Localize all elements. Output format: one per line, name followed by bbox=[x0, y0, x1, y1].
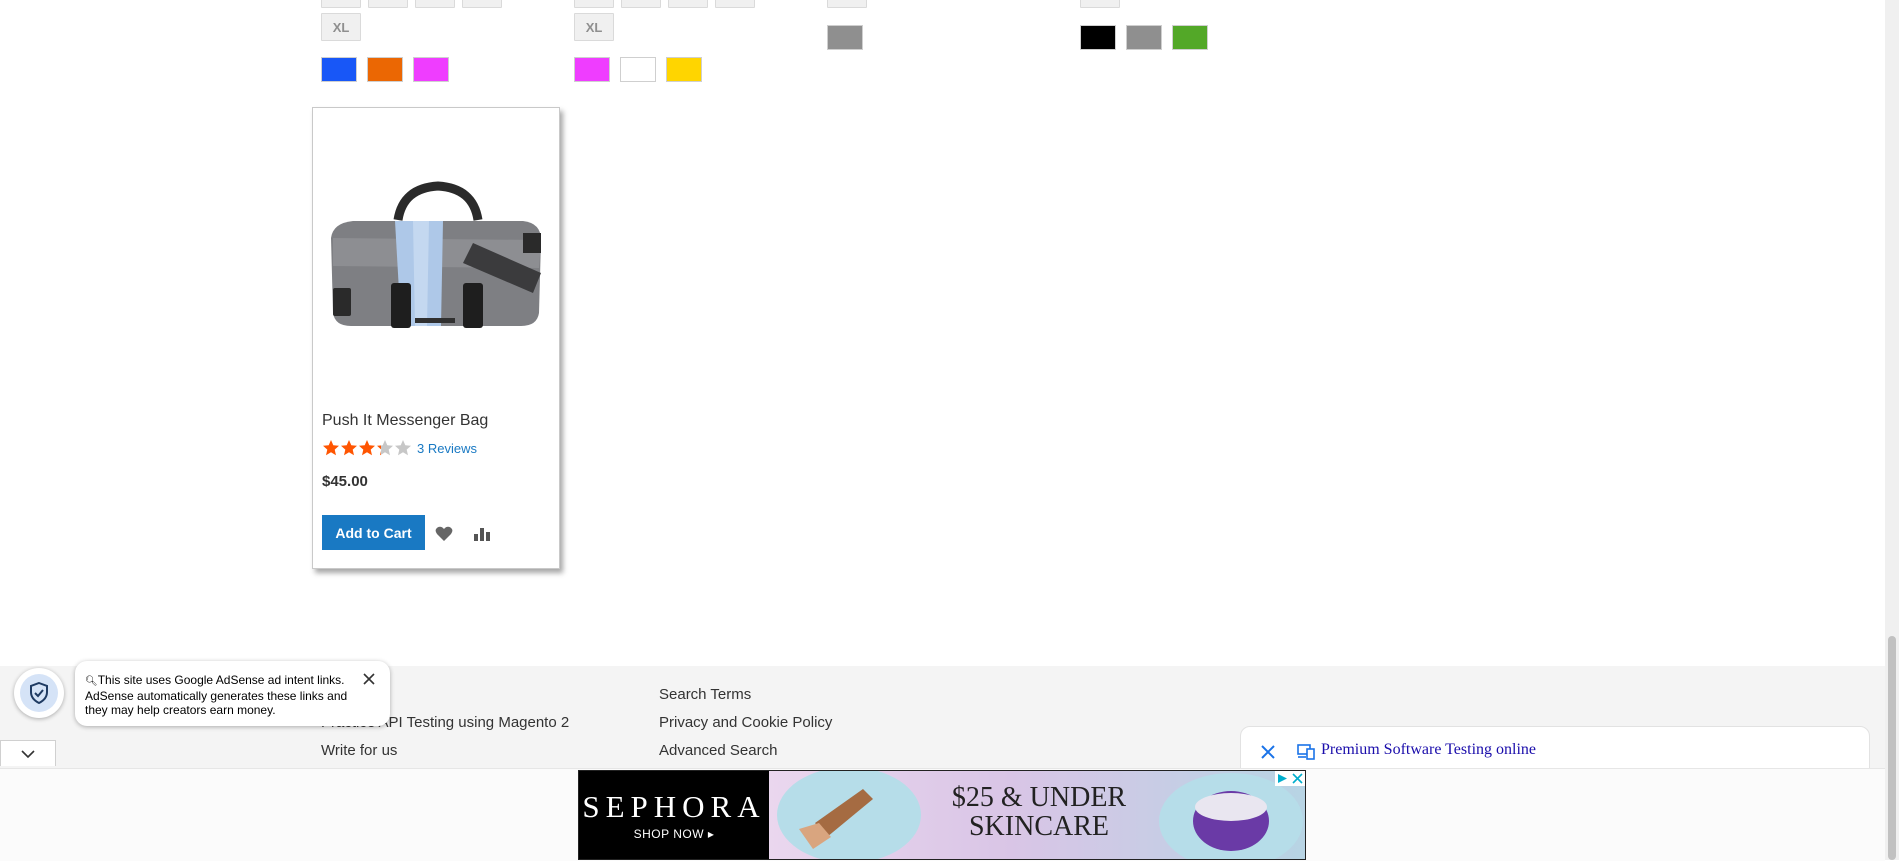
close-icon[interactable] bbox=[363, 673, 375, 685]
ad-brand-panel[interactable]: SEPHORA SHOP NOW ▸ bbox=[579, 771, 769, 859]
footer-link-privacy-policy[interactable]: Privacy and Cookie Policy bbox=[659, 714, 832, 731]
star-icon bbox=[323, 440, 339, 456]
size-swatch[interactable] bbox=[668, 0, 708, 8]
size-swatch[interactable] bbox=[368, 0, 408, 8]
star-icon bbox=[377, 440, 393, 456]
color-swatch-black[interactable] bbox=[1080, 25, 1116, 50]
add-to-cart-button[interactable]: Add to Cart bbox=[322, 515, 425, 550]
ad-brand-name: SEPHORA bbox=[582, 789, 766, 824]
color-swatch-purple[interactable] bbox=[574, 57, 610, 82]
banner-ad[interactable]: SEPHORA SHOP NOW ▸ $25 & UNDER SKINCARE bbox=[578, 770, 1306, 860]
size-swatch[interactable] bbox=[715, 0, 755, 8]
footer-link-write-for-us[interactable]: Write for us bbox=[321, 742, 397, 759]
size-swatch[interactable] bbox=[574, 0, 614, 8]
size-swatch[interactable] bbox=[1080, 0, 1120, 8]
ad-headline: $25 & UNDER SKINCARE bbox=[951, 782, 1127, 842]
product-name[interactable]: Push It Messenger Bag bbox=[322, 412, 488, 430]
compare-chart-icon[interactable] bbox=[473, 526, 491, 542]
color-swatch-blue[interactable] bbox=[321, 57, 357, 82]
color-swatch-gray[interactable] bbox=[827, 25, 863, 50]
size-swatch-xl[interactable]: XL bbox=[321, 13, 361, 41]
footer-link-search-terms[interactable]: Search Terms bbox=[659, 686, 751, 703]
ad-strip-link[interactable]: Premium Software Testing online bbox=[1321, 741, 1536, 759]
shield-check-icon bbox=[30, 682, 48, 704]
color-swatch-yellow[interactable] bbox=[666, 57, 702, 82]
color-swatch-orange[interactable] bbox=[367, 57, 403, 82]
reviews-link[interactable]: 3 Reviews bbox=[417, 441, 477, 456]
ad-shop-now[interactable]: SHOP NOW ▸ bbox=[579, 827, 769, 841]
color-swatch-purple[interactable] bbox=[413, 57, 449, 82]
footer-link-advanced-search[interactable]: Advanced Search bbox=[659, 742, 777, 759]
devices-icon bbox=[1297, 744, 1315, 760]
close-icon[interactable] bbox=[1290, 771, 1305, 786]
collapse-tab[interactable] bbox=[0, 740, 56, 766]
color-swatch-gray[interactable] bbox=[1126, 25, 1162, 50]
search-icon: 🔍︎ bbox=[85, 676, 98, 687]
wishlist-heart-icon[interactable] bbox=[435, 526, 453, 542]
star-icon bbox=[359, 440, 375, 456]
product-card: Push It Messenger Bag 3 Reviews $45.00 A… bbox=[312, 107, 560, 569]
adchoices-icon[interactable] bbox=[1275, 771, 1290, 786]
size-swatch[interactable] bbox=[827, 0, 867, 8]
size-swatch[interactable] bbox=[621, 0, 661, 8]
product-price: $45.00 bbox=[322, 473, 368, 490]
star-icon bbox=[395, 440, 411, 456]
product-image[interactable] bbox=[323, 178, 548, 338]
size-swatch[interactable] bbox=[462, 0, 502, 8]
size-swatch-xl[interactable]: XL bbox=[574, 13, 614, 41]
ad-promo-panel[interactable]: $25 & UNDER SKINCARE bbox=[769, 771, 1305, 859]
scrollbar-thumb[interactable] bbox=[1888, 636, 1896, 860]
adsense-notice-text: 🔍︎This site uses Google AdSense ad inten… bbox=[85, 673, 348, 717]
close-icon[interactable] bbox=[1261, 745, 1275, 759]
color-swatch-green[interactable] bbox=[1172, 25, 1208, 50]
adsense-notice: 🔍︎This site uses Google AdSense ad inten… bbox=[75, 661, 390, 726]
chevron-down-icon bbox=[21, 749, 35, 758]
size-swatch[interactable] bbox=[415, 0, 455, 8]
color-swatch-white[interactable] bbox=[620, 57, 656, 82]
star-icon bbox=[341, 440, 357, 456]
ad-intent-badge[interactable] bbox=[14, 668, 64, 718]
rating-stars bbox=[322, 439, 412, 457]
size-swatch[interactable] bbox=[321, 0, 361, 8]
adchoices[interactable] bbox=[1275, 771, 1305, 786]
